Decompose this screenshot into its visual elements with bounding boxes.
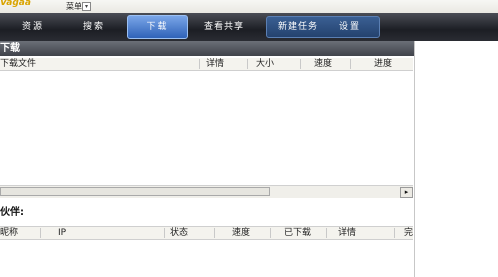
column-separator <box>164 228 165 238</box>
column-header-size[interactable]: 大小 <box>256 58 274 70</box>
scroll-right-icon[interactable]: ▸ <box>400 187 413 198</box>
column-header-speed[interactable]: 速度 <box>314 58 332 70</box>
column-header-progress[interactable]: 进度 <box>374 58 392 70</box>
column-header-speed[interactable]: 速度 <box>232 227 250 239</box>
column-header-ip[interactable]: IP <box>58 227 66 239</box>
column-separator <box>326 228 327 238</box>
column-separator <box>350 59 351 69</box>
column-header-downloaded[interactable]: 已下载 <box>284 227 311 239</box>
download-section-header: 下载 <box>0 41 414 56</box>
column-header-details[interactable]: 详情 <box>206 58 224 70</box>
right-pane <box>414 41 498 277</box>
column-separator <box>394 228 395 238</box>
scrollbar-thumb[interactable] <box>0 187 270 196</box>
column-separator <box>270 228 271 238</box>
download-list[interactable] <box>0 71 413 184</box>
app-logo: Vagaa <box>0 0 31 8</box>
horizontal-scrollbar[interactable]: ▸ <box>0 185 413 198</box>
tab-resources[interactable]: 资源 <box>14 17 52 37</box>
new-task-button[interactable]: 新建任务 <box>270 17 326 37</box>
peers-section-title: 伙伴: <box>0 207 24 218</box>
column-separator <box>300 59 301 69</box>
column-header-nickname[interactable]: 昵称 <box>0 227 18 239</box>
title-bar: Vagaa 菜单 ▾ <box>0 0 498 13</box>
column-separator <box>40 228 41 238</box>
tab-download[interactable]: 下载 <box>127 15 188 39</box>
column-separator <box>247 59 248 69</box>
column-separator <box>199 59 200 69</box>
tab-search[interactable]: 搜索 <box>74 17 114 37</box>
settings-button[interactable]: 设置 <box>334 17 366 37</box>
menu-dropdown-icon[interactable]: ▾ <box>82 2 91 11</box>
column-header-file[interactable]: 下载文件 <box>0 58 36 70</box>
column-header-details[interactable]: 详情 <box>338 227 356 239</box>
peers-list-header: 昵称 IP 状态 速度 已下载 详情 完 <box>0 226 413 240</box>
download-list-header: 下载文件 详情 大小 速度 进度 <box>0 58 413 71</box>
column-separator <box>214 228 215 238</box>
column-header-complete[interactable]: 完 <box>404 227 413 239</box>
menu-label[interactable]: 菜单 <box>66 1 82 12</box>
column-header-status[interactable]: 状态 <box>170 227 188 239</box>
tab-view-share[interactable]: 查看共享 <box>198 17 250 37</box>
